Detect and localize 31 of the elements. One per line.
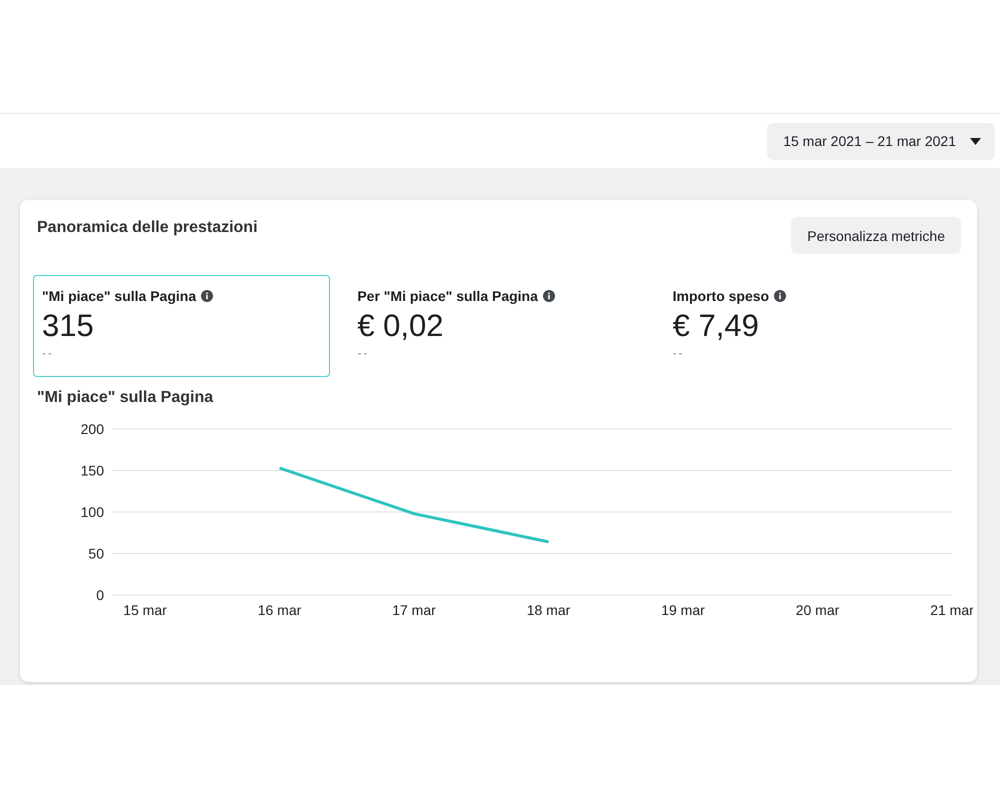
metric-label: Per "Mi piace" sulla Pagina xyxy=(357,288,538,304)
metric-change: -- xyxy=(357,346,370,360)
metric-value: € 7,49 xyxy=(672,308,760,344)
info-icon[interactable] xyxy=(542,290,555,302)
card-title: Panoramica delle prestazioni xyxy=(37,219,258,237)
x-axis-label: 16 mar xyxy=(258,602,302,618)
metric-tile[interactable]: "Mi piace" sulla Pagina 315 -- xyxy=(33,275,330,377)
metric-label: Importo speso xyxy=(672,288,770,304)
caret-icon xyxy=(970,138,981,144)
metric-tile[interactable]: Per "Mi piace" sulla Pagina € 0,02 -- xyxy=(348,275,646,377)
x-axis-label: 15 mar xyxy=(123,602,167,618)
info-icon[interactable] xyxy=(774,290,786,302)
x-axis-label: 17 mar xyxy=(392,602,436,618)
y-axis-label: 200 xyxy=(80,421,104,437)
y-axis-label: 0 xyxy=(96,587,104,603)
y-axis-label: 50 xyxy=(88,546,104,562)
customize-metrics-button[interactable]: Personalizza metriche xyxy=(791,217,961,254)
y-axis-label: 150 xyxy=(80,462,104,478)
metric-value: 315 xyxy=(42,308,95,344)
metric-change: -- xyxy=(672,346,686,360)
y-axis-label: 100 xyxy=(80,504,104,520)
metric-tile[interactable]: Importo speso € 7,49 -- xyxy=(664,275,961,377)
info-icon[interactable] xyxy=(201,290,214,302)
x-axis-label: 20 mar xyxy=(796,602,840,618)
metric-change: -- xyxy=(42,346,55,360)
x-axis-label: 18 mar xyxy=(526,602,570,618)
chart-title: "Mi piace" sulla Pagina xyxy=(37,389,214,407)
date-range-dropdown[interactable]: 15 mar 2021 – 21 mar 2021 xyxy=(767,122,995,160)
x-axis-label: 19 mar xyxy=(661,602,705,618)
metric-value: € 0,02 xyxy=(357,308,445,344)
metric-label: "Mi piace" sulla Pagina xyxy=(42,288,196,304)
